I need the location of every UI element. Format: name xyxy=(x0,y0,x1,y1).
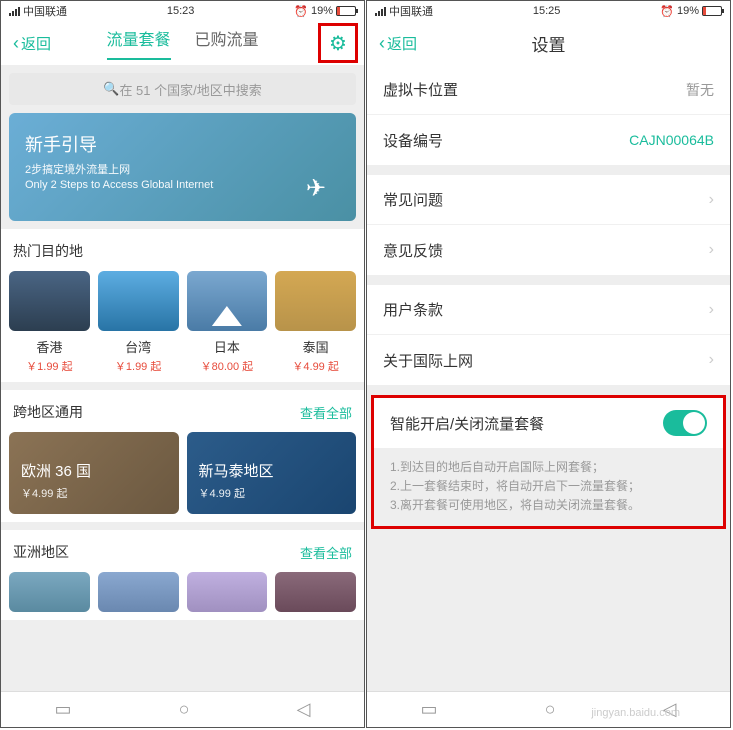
signal-icon xyxy=(9,7,20,16)
highlight-box: 智能开启/关闭流量套餐 1.到达目的地后自动开启国际上网套餐； 2.上一套餐结束… xyxy=(371,395,726,529)
time-label: 15:23 xyxy=(167,5,195,17)
chevron-left-icon: ‹ xyxy=(379,33,385,54)
signal-icon xyxy=(375,7,386,16)
plane-icon: ✈ xyxy=(306,174,326,203)
dest-image xyxy=(187,271,268,331)
system-nav: ▭ ○ ◁ xyxy=(1,691,364,727)
recent-icon[interactable]: ▭ xyxy=(421,699,438,720)
gear-icon[interactable]: ⚙ xyxy=(329,31,347,56)
tab-data-plans[interactable]: 流量套餐 xyxy=(106,26,170,60)
chevron-right-icon: › xyxy=(709,191,714,209)
chevron-left-icon: ‹ xyxy=(13,33,19,54)
region-sea[interactable]: 新马泰地区 ￥4.99 起 xyxy=(187,432,357,514)
back-label: 返回 xyxy=(21,33,51,54)
banner-title: 新手引导 xyxy=(25,131,340,157)
row-virtual-card[interactable]: 虚拟卡位置 暂无 xyxy=(367,65,730,115)
asia-item[interactable] xyxy=(275,572,356,612)
row-feedback[interactable]: 意见反馈 › xyxy=(367,225,730,275)
back-label: 返回 xyxy=(387,33,417,54)
back-icon[interactable]: ◁ xyxy=(297,699,311,720)
asia-title: 亚洲地区 xyxy=(13,542,69,562)
battery-icon xyxy=(702,6,722,16)
chevron-right-icon: › xyxy=(709,241,714,259)
carrier-label: 中国联通 xyxy=(23,3,67,19)
view-all-link[interactable]: 查看全部 xyxy=(300,403,352,422)
tab-purchased[interactable]: 已购流量 xyxy=(195,26,259,60)
hot-dest-title: 热门目的地 xyxy=(13,241,83,261)
dest-image xyxy=(98,271,179,331)
search-input[interactable]: 🔍 在 51 个国家/地区中搜索 xyxy=(9,73,356,105)
back-button[interactable]: ‹ 返回 xyxy=(379,33,417,54)
dest-image xyxy=(9,271,90,331)
nav-bar: ‹ 返回 设置 xyxy=(367,21,730,65)
guide-banner[interactable]: 新手引导 2步搞定境外流量上网 Only 2 Steps to Access G… xyxy=(9,113,356,221)
recent-icon[interactable]: ▭ xyxy=(55,699,72,720)
view-all-link[interactable]: 查看全部 xyxy=(300,543,352,562)
row-smart-toggle: 智能开启/关闭流量套餐 xyxy=(374,398,723,448)
toggle-switch[interactable] xyxy=(663,410,707,436)
asia-item[interactable] xyxy=(187,572,268,612)
home-icon[interactable]: ○ xyxy=(545,699,556,720)
row-about[interactable]: 关于国际上网 › xyxy=(367,335,730,385)
cross-region-title: 跨地区通用 xyxy=(13,402,83,422)
asia-item[interactable] xyxy=(98,572,179,612)
status-bar: 中国联通 15:23 ⏰ 19% xyxy=(1,1,364,21)
dest-hongkong[interactable]: 香港 ￥1.99 起 xyxy=(9,271,90,374)
alarm-icon: ⏰ xyxy=(294,5,308,18)
asia-item[interactable] xyxy=(9,572,90,612)
region-europe[interactable]: 欧洲 36 国 ￥4.99 起 xyxy=(9,432,179,514)
watermark: jingyan.baidu.com xyxy=(591,707,680,719)
alarm-icon: ⏰ xyxy=(660,5,674,18)
chevron-right-icon: › xyxy=(709,351,714,369)
battery-percent: 19% xyxy=(311,5,333,17)
row-device-id[interactable]: 设备编号 CAJN00064B xyxy=(367,115,730,165)
system-nav: ▭ ○ ◁ jingyan.baidu.com xyxy=(367,691,730,727)
time-label: 15:25 xyxy=(533,5,561,17)
dest-taiwan[interactable]: 台湾 ￥1.99 起 xyxy=(98,271,179,374)
banner-sub2: Only 2 Steps to Access Global Internet xyxy=(25,178,340,193)
status-bar: 中国联通 15:25 ⏰ 19% xyxy=(367,1,730,21)
chevron-right-icon: › xyxy=(709,301,714,319)
highlight-box: ⚙ xyxy=(318,23,358,63)
home-icon[interactable]: ○ xyxy=(179,699,190,720)
back-button[interactable]: ‹ 返回 xyxy=(13,33,51,54)
toggle-description: 1.到达目的地后自动开启国际上网套餐； 2.上一套餐结束时，将自动开启下一流量套… xyxy=(374,448,723,526)
search-placeholder: 在 51 个国家/地区中搜索 xyxy=(119,80,261,99)
nav-bar: ‹ 返回 流量套餐 已购流量 ⚙ xyxy=(1,21,364,65)
row-faq[interactable]: 常见问题 › xyxy=(367,175,730,225)
dest-japan[interactable]: 日本 ￥80.00 起 xyxy=(187,271,268,374)
dest-thailand[interactable]: 泰国 ￥4.99 起 xyxy=(275,271,356,374)
page-title: 设置 xyxy=(532,31,566,56)
row-terms[interactable]: 用户条款 › xyxy=(367,285,730,335)
search-icon: 🔍 xyxy=(103,81,119,97)
dest-image xyxy=(275,271,356,331)
battery-icon xyxy=(336,6,356,16)
carrier-label: 中国联通 xyxy=(389,3,433,19)
banner-sub1: 2步搞定境外流量上网 xyxy=(25,163,340,178)
battery-percent: 19% xyxy=(677,5,699,17)
